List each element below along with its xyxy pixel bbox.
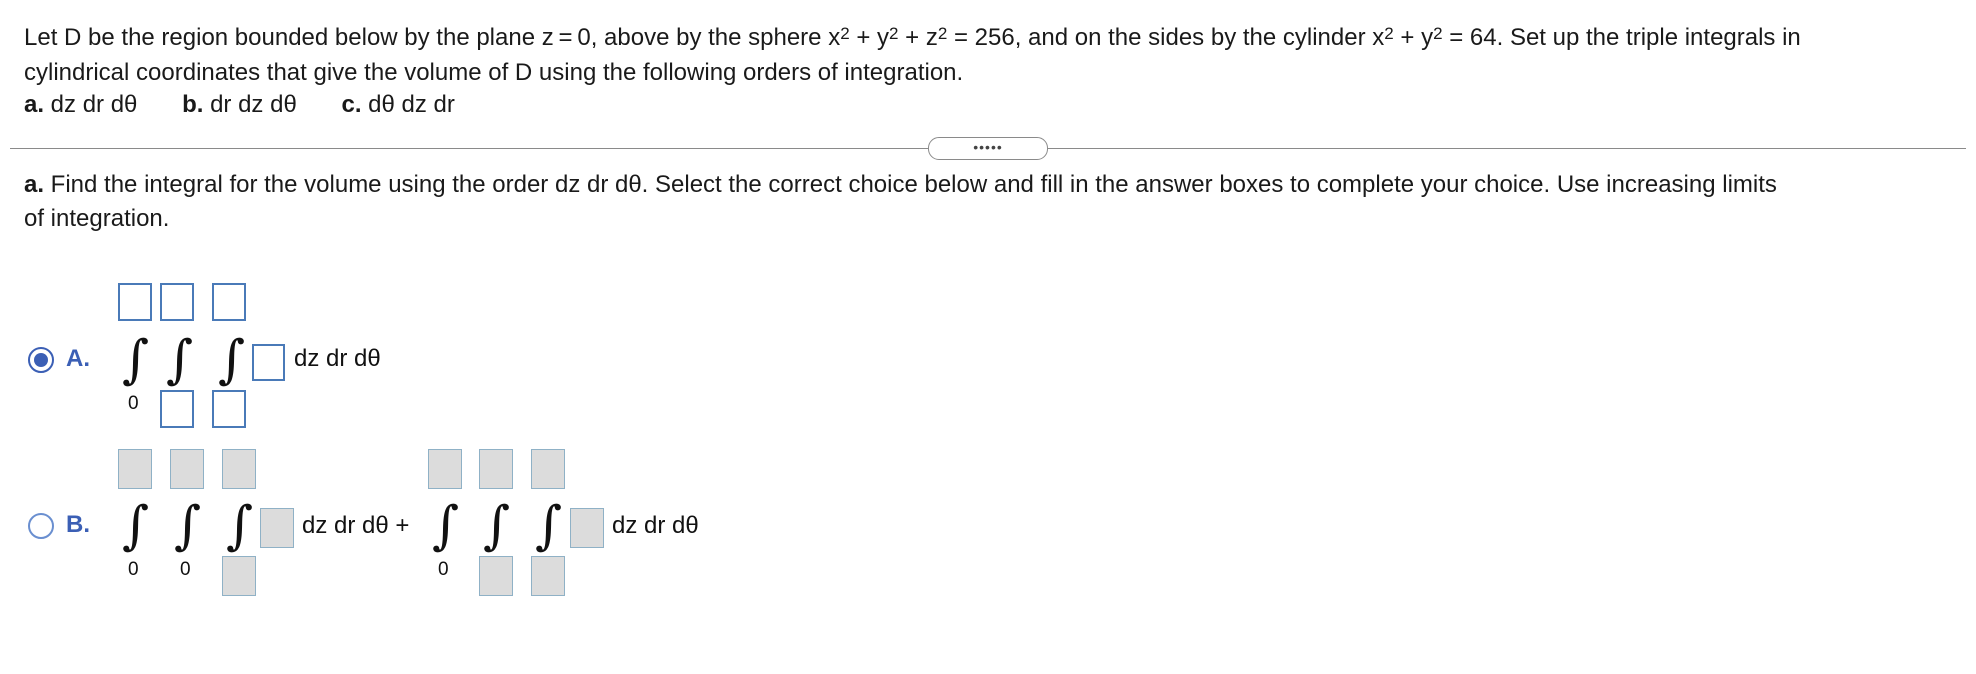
b2-z-lower-input[interactable] — [531, 556, 565, 596]
b1-differential: dz dr dθ + — [302, 512, 410, 539]
part-c-letter: c. — [341, 91, 362, 118]
option-a-label[interactable]: A. — [66, 345, 90, 373]
b1-theta-upper-input[interactable] — [118, 449, 152, 489]
problem-line-1: Let D be the region bounded below by the… — [24, 24, 1801, 51]
b1-theta-lower-limit: 0 — [128, 559, 139, 580]
question-line-1: a. Find the integral for the volume usin… — [24, 168, 1777, 202]
a-z-upper-input[interactable] — [212, 283, 246, 321]
b1-r-upper-input[interactable] — [170, 449, 204, 489]
integral-r-sign: ∫ — [166, 330, 194, 390]
question-line-2: of integration. — [24, 205, 170, 232]
b2-r-lower-input[interactable] — [479, 556, 513, 596]
part-c-text: dθ dz dr — [361, 91, 455, 118]
b1-z-upper-input[interactable] — [222, 449, 256, 489]
a-theta-lower-limit: 0 — [128, 393, 139, 414]
question-letter: a. — [24, 171, 45, 198]
part-b-text: dr dz dθ — [203, 91, 297, 118]
b1-integral-theta-sign: ∫ — [122, 496, 150, 556]
b2-integral-r-sign: ∫ — [483, 496, 511, 556]
part-a-text: dz dr dθ — [44, 91, 138, 118]
question-text: Find the integral for the volume using t… — [44, 171, 1777, 198]
integral-theta-sign: ∫ — [122, 330, 150, 390]
expand-button[interactable]: ••••• — [928, 137, 1048, 160]
a-theta-upper-input[interactable] — [118, 283, 152, 321]
b2-z-upper-input[interactable] — [531, 449, 565, 489]
a-z-lower-input[interactable] — [212, 390, 246, 428]
a-differential: dz dr dθ — [294, 345, 381, 372]
a-integrand-input[interactable] — [252, 344, 285, 381]
a-r-upper-input[interactable] — [160, 283, 194, 321]
b2-r-upper-input[interactable] — [479, 449, 513, 489]
b1-integral-r-sign: ∫ — [174, 496, 202, 556]
b2-integral-z-sign: ∫ — [535, 496, 563, 556]
problem-parts: a. dz dr dθ b. dr dz dθ c. dθ dz dr — [24, 88, 455, 122]
option-b-label[interactable]: B. — [66, 511, 90, 539]
a-r-lower-input[interactable] — [160, 390, 194, 428]
b2-theta-upper-input[interactable] — [428, 449, 462, 489]
b2-integrand-input[interactable] — [570, 508, 604, 548]
b2-integral-theta-sign: ∫ — [432, 496, 460, 556]
b1-r-lower-limit: 0 — [180, 559, 191, 580]
b1-integrand-input[interactable] — [260, 508, 294, 548]
problem-line-2: cylindrical coordinates that give the vo… — [24, 59, 964, 86]
b2-differential: dz dr dθ — [612, 512, 699, 539]
b1-z-lower-input[interactable] — [222, 556, 256, 596]
b1-integral-z-sign: ∫ — [226, 496, 254, 556]
b2-theta-lower-limit: 0 — [438, 559, 449, 580]
integral-z-sign: ∫ — [218, 330, 246, 390]
option-a-radio[interactable] — [28, 347, 54, 373]
option-b-radio[interactable] — [28, 513, 54, 539]
part-b-letter: b. — [182, 91, 204, 118]
part-a-letter: a. — [24, 91, 45, 118]
